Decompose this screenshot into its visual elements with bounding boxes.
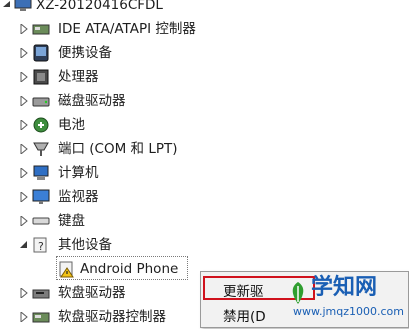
tree-item-label: 磁盘驱动器 [58, 93, 126, 109]
tree-root-label: XZ-20120416CFDL [36, 0, 163, 13]
watermark: 学知网 www.jmqz1000.com [287, 274, 405, 324]
collapsed-arrow-icon[interactable] [20, 120, 28, 130]
battery-icon [33, 117, 49, 133]
floppy-drive-icon [32, 289, 50, 299]
expand-arrow-icon[interactable] [3, 1, 11, 11]
collapsed-arrow-icon[interactable] [20, 216, 28, 226]
tree-item-label: 软盘驱动器控制器 [58, 309, 166, 325]
watermark-url: www.jmqz1000.com [293, 305, 404, 318]
tree-item-label: 软盘驱动器 [58, 285, 126, 301]
collapsed-arrow-icon[interactable] [20, 96, 28, 106]
tree-item-label: 端口 (COM 和 LPT) [58, 141, 178, 157]
processor-icon [33, 69, 49, 85]
port-icon [33, 142, 49, 156]
ide-controller-icon [32, 24, 50, 35]
expand-arrow-icon[interactable] [20, 241, 28, 251]
tree-item-label: 监视器 [58, 189, 99, 205]
collapsed-arrow-icon[interactable] [20, 72, 28, 82]
tree-item-ports[interactable]: 端口 (COM 和 LPT) [0, 137, 230, 161]
tree-item-label: IDE ATA/ATAPI 控制器 [58, 21, 196, 37]
collapsed-arrow-icon[interactable] [20, 288, 28, 298]
watermark-title: 学知网 [311, 275, 378, 300]
tree-root[interactable]: XZ-20120416CFDL [0, 0, 200, 17]
computer-icon [33, 165, 49, 180]
disk-drive-icon [32, 97, 50, 107]
tree-item-other-devices[interactable]: ? 其他设备 [0, 233, 230, 257]
tree-item-floppy-controllers[interactable]: 软盘驱动器控制器 [0, 305, 200, 329]
floppy-controller-icon [32, 312, 50, 323]
collapsed-arrow-icon[interactable] [20, 48, 28, 58]
collapsed-arrow-icon[interactable] [20, 312, 28, 322]
watermark-logo-icon [292, 282, 304, 304]
disable-menu-item[interactable]: 禁用(D [223, 305, 266, 325]
tree-item-label: 电池 [58, 117, 85, 133]
keyboard-icon [32, 217, 50, 225]
tree-item-label: Android Phone [80, 261, 179, 277]
other-devices-icon: ? [33, 237, 47, 253]
tree-item-label: 便携设备 [58, 45, 112, 61]
tree-item-computer[interactable]: 计算机 [0, 161, 230, 185]
collapsed-arrow-icon[interactable] [20, 144, 28, 154]
tree-item-label: 计算机 [58, 165, 99, 181]
collapsed-arrow-icon[interactable] [20, 168, 28, 178]
computer-root-icon [14, 0, 32, 11]
monitor-icon [32, 189, 50, 204]
update-driver-menu-item[interactable]: 更新驱 [223, 280, 264, 300]
tree-item-ide-controller[interactable]: IDE ATA/ATAPI 控制器 [0, 17, 230, 41]
collapsed-arrow-icon[interactable] [20, 24, 28, 34]
tree-item-label: 键盘 [58, 213, 85, 229]
tree-item-portable-devices[interactable]: 便携设备 [0, 41, 230, 65]
tree-item-processors[interactable]: 处理器 [0, 65, 230, 89]
svg-text:?: ? [38, 240, 44, 253]
tree-item-android-phone[interactable]: Android Phone [0, 257, 200, 281]
collapsed-arrow-icon[interactable] [20, 192, 28, 202]
tree-item-label: 其他设备 [58, 237, 112, 253]
portable-device-icon [33, 44, 49, 62]
tree-item-floppy-drives[interactable]: 软盘驱动器 [0, 281, 200, 305]
tree-item-keyboards[interactable]: 键盘 [0, 209, 230, 233]
tree-item-disk-drives[interactable]: 磁盘驱动器 [0, 89, 230, 113]
tree-item-monitors[interactable]: 监视器 [0, 185, 230, 209]
warning-device-icon [59, 261, 74, 278]
tree-item-label: 处理器 [58, 69, 99, 85]
tree-item-batteries[interactable]: 电池 [0, 113, 230, 137]
